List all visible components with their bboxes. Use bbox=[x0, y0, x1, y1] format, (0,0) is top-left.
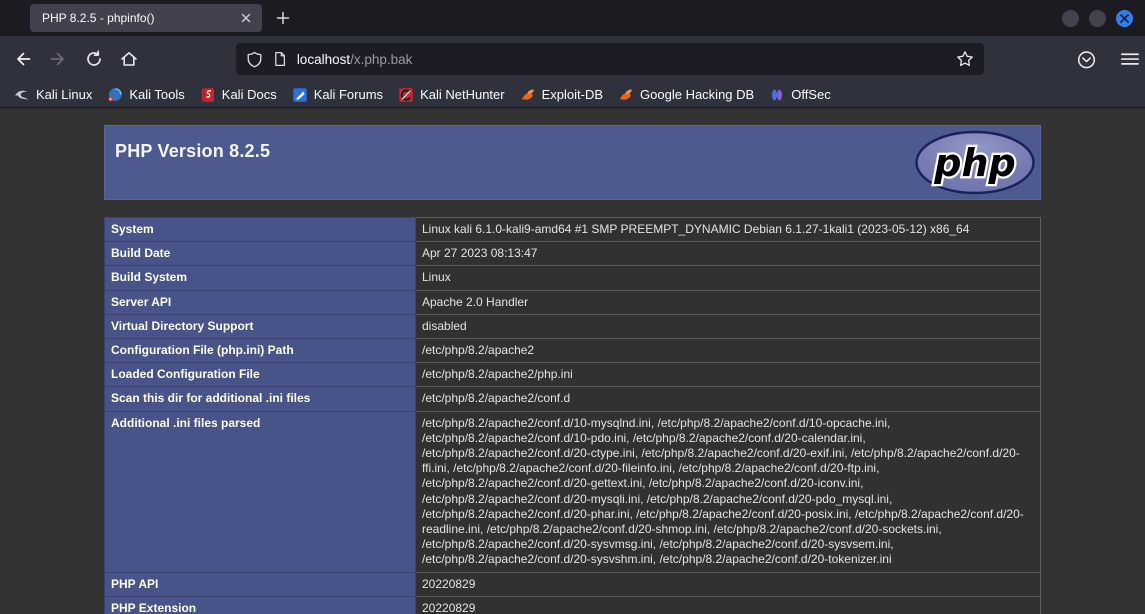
info-row: Server APIApache 2.0 Handler bbox=[105, 290, 1041, 314]
bookmark-label: Exploit-DB bbox=[542, 87, 603, 102]
browser-tab[interactable]: PHP 8.2.5 - phpinfo() bbox=[30, 4, 262, 32]
url-bar[interactable]: localhost/x.php.bak bbox=[236, 43, 984, 75]
phpinfo-content: PHP Version 8.2.5 php SystemLinux kali 6… bbox=[104, 108, 1041, 614]
info-label: Additional .ini files parsed bbox=[105, 411, 416, 572]
back-arrow-icon bbox=[13, 49, 33, 69]
info-label: Build System bbox=[105, 266, 416, 290]
page-icon bbox=[272, 51, 288, 67]
exploit-db-icon bbox=[520, 87, 536, 103]
info-row: PHP API20220829 bbox=[105, 572, 1041, 596]
info-label: System bbox=[105, 218, 416, 242]
kali-docs-icon bbox=[200, 87, 216, 103]
info-value: 20220829 bbox=[416, 572, 1041, 596]
shield-icon[interactable] bbox=[246, 51, 263, 68]
bookmark-label: Kali Tools bbox=[129, 87, 184, 102]
browser-viewport: PHP Version 8.2.5 php SystemLinux kali 6… bbox=[0, 108, 1145, 614]
php-logo[interactable]: php bbox=[914, 130, 1036, 195]
url-text[interactable]: localhost/x.php.bak bbox=[297, 52, 413, 67]
info-label: Virtual Directory Support bbox=[105, 314, 416, 338]
svg-text:php: php bbox=[933, 141, 1015, 185]
bookmark-item[interactable]: Kali Linux bbox=[8, 84, 101, 106]
info-row: Build DateApr 27 2023 08:13:47 bbox=[105, 242, 1041, 266]
navigation-toolbar: localhost/x.php.bak bbox=[0, 36, 1145, 82]
pocket-icon bbox=[1076, 49, 1097, 70]
maximize-button[interactable] bbox=[1089, 10, 1106, 27]
kali-nethunter-icon bbox=[398, 87, 414, 103]
minimize-button[interactable] bbox=[1062, 10, 1079, 27]
forward-button[interactable] bbox=[43, 44, 72, 74]
reload-button[interactable] bbox=[79, 44, 108, 74]
star-icon bbox=[956, 50, 974, 68]
url-host: localhost bbox=[297, 52, 350, 67]
info-row: Loaded Configuration File/etc/php/8.2/ap… bbox=[105, 363, 1041, 387]
bookmark-item[interactable]: Google Hacking DB bbox=[612, 84, 763, 106]
info-value: /etc/php/8.2/apache2/php.ini bbox=[416, 363, 1041, 387]
window-controls bbox=[1062, 10, 1133, 27]
info-label: Configuration File (php.ini) Path bbox=[105, 339, 416, 363]
info-value: /etc/php/8.2/apache2/conf.d bbox=[416, 387, 1041, 411]
menu-button[interactable] bbox=[1116, 44, 1145, 74]
info-row: Virtual Directory Supportdisabled bbox=[105, 314, 1041, 338]
bookmark-label: Kali Docs bbox=[222, 87, 277, 102]
info-value: /etc/php/8.2/apache2 bbox=[416, 339, 1041, 363]
page-title: PHP Version 8.2.5 bbox=[115, 141, 270, 162]
url-path: /x.php.bak bbox=[350, 52, 412, 67]
forward-arrow-icon bbox=[48, 49, 68, 69]
phpinfo-header: PHP Version 8.2.5 php bbox=[104, 125, 1041, 200]
info-row: PHP Extension20220829 bbox=[105, 596, 1041, 614]
bookmark-label: OffSec bbox=[791, 87, 831, 102]
info-row: Scan this dir for additional .ini files/… bbox=[105, 387, 1041, 411]
bookmark-item[interactable]: Kali Docs bbox=[194, 84, 286, 106]
info-value: Linux kali 6.1.0-kali9-amd64 #1 SMP PREE… bbox=[416, 218, 1041, 242]
bookmark-item[interactable]: Kali Forums bbox=[286, 84, 392, 106]
pocket-button[interactable] bbox=[1072, 44, 1101, 74]
info-label: Build Date bbox=[105, 242, 416, 266]
hamburger-menu-icon bbox=[1119, 51, 1141, 67]
info-value: Apr 27 2023 08:13:47 bbox=[416, 242, 1041, 266]
info-value: /etc/php/8.2/apache2/conf.d/10-mysqlnd.i… bbox=[416, 411, 1041, 572]
info-value: disabled bbox=[416, 314, 1041, 338]
ghdb-icon bbox=[618, 87, 634, 103]
home-button[interactable] bbox=[114, 44, 143, 74]
bookmarks-bar: Kali Linux Kali Tools Kali Docs Kali Forums… bbox=[0, 82, 1145, 108]
reload-icon bbox=[84, 49, 104, 69]
bookmark-item[interactable]: OffSec bbox=[763, 84, 840, 106]
bookmark-item[interactable]: Exploit-DB bbox=[514, 84, 612, 106]
bookmark-star-button[interactable] bbox=[956, 50, 974, 68]
bookmark-label: Kali NetHunter bbox=[420, 87, 505, 102]
info-value: Linux bbox=[416, 266, 1041, 290]
back-button[interactable] bbox=[8, 44, 37, 74]
info-label: Scan this dir for additional .ini files bbox=[105, 387, 416, 411]
kali-linux-icon bbox=[14, 87, 30, 103]
window-titlebar: PHP 8.2.5 - phpinfo() bbox=[0, 0, 1145, 36]
phpinfo-table: SystemLinux kali 6.1.0-kali9-amd64 #1 SM… bbox=[104, 217, 1041, 614]
info-row: Build SystemLinux bbox=[105, 266, 1041, 290]
bookmark-label: Kali Linux bbox=[36, 87, 92, 102]
bookmark-label: Kali Forums bbox=[314, 87, 383, 102]
info-label: PHP Extension bbox=[105, 596, 416, 614]
new-tab-button[interactable] bbox=[270, 5, 296, 31]
info-row: Configuration File (php.ini) Path/etc/ph… bbox=[105, 339, 1041, 363]
bookmark-item[interactable]: Kali NetHunter bbox=[392, 84, 514, 106]
info-value: Apache 2.0 Handler bbox=[416, 290, 1041, 314]
info-row: Additional .ini files parsed/etc/php/8.2… bbox=[105, 411, 1041, 572]
offsec-icon bbox=[769, 87, 785, 103]
close-icon bbox=[1120, 14, 1129, 23]
info-label: PHP API bbox=[105, 572, 416, 596]
info-label: Loaded Configuration File bbox=[105, 363, 416, 387]
bookmark-item[interactable]: Kali Tools bbox=[101, 84, 193, 106]
kali-forums-icon bbox=[292, 87, 308, 103]
tab-title: PHP 8.2.5 - phpinfo() bbox=[42, 11, 236, 25]
info-label: Server API bbox=[105, 290, 416, 314]
tab-close-icon[interactable] bbox=[236, 8, 256, 28]
close-window-button[interactable] bbox=[1116, 10, 1133, 27]
info-value: 20220829 bbox=[416, 596, 1041, 614]
bookmark-label: Google Hacking DB bbox=[640, 87, 754, 102]
home-icon bbox=[119, 49, 139, 69]
info-row: SystemLinux kali 6.1.0-kali9-amd64 #1 SM… bbox=[105, 218, 1041, 242]
kali-tools-icon bbox=[107, 87, 123, 103]
